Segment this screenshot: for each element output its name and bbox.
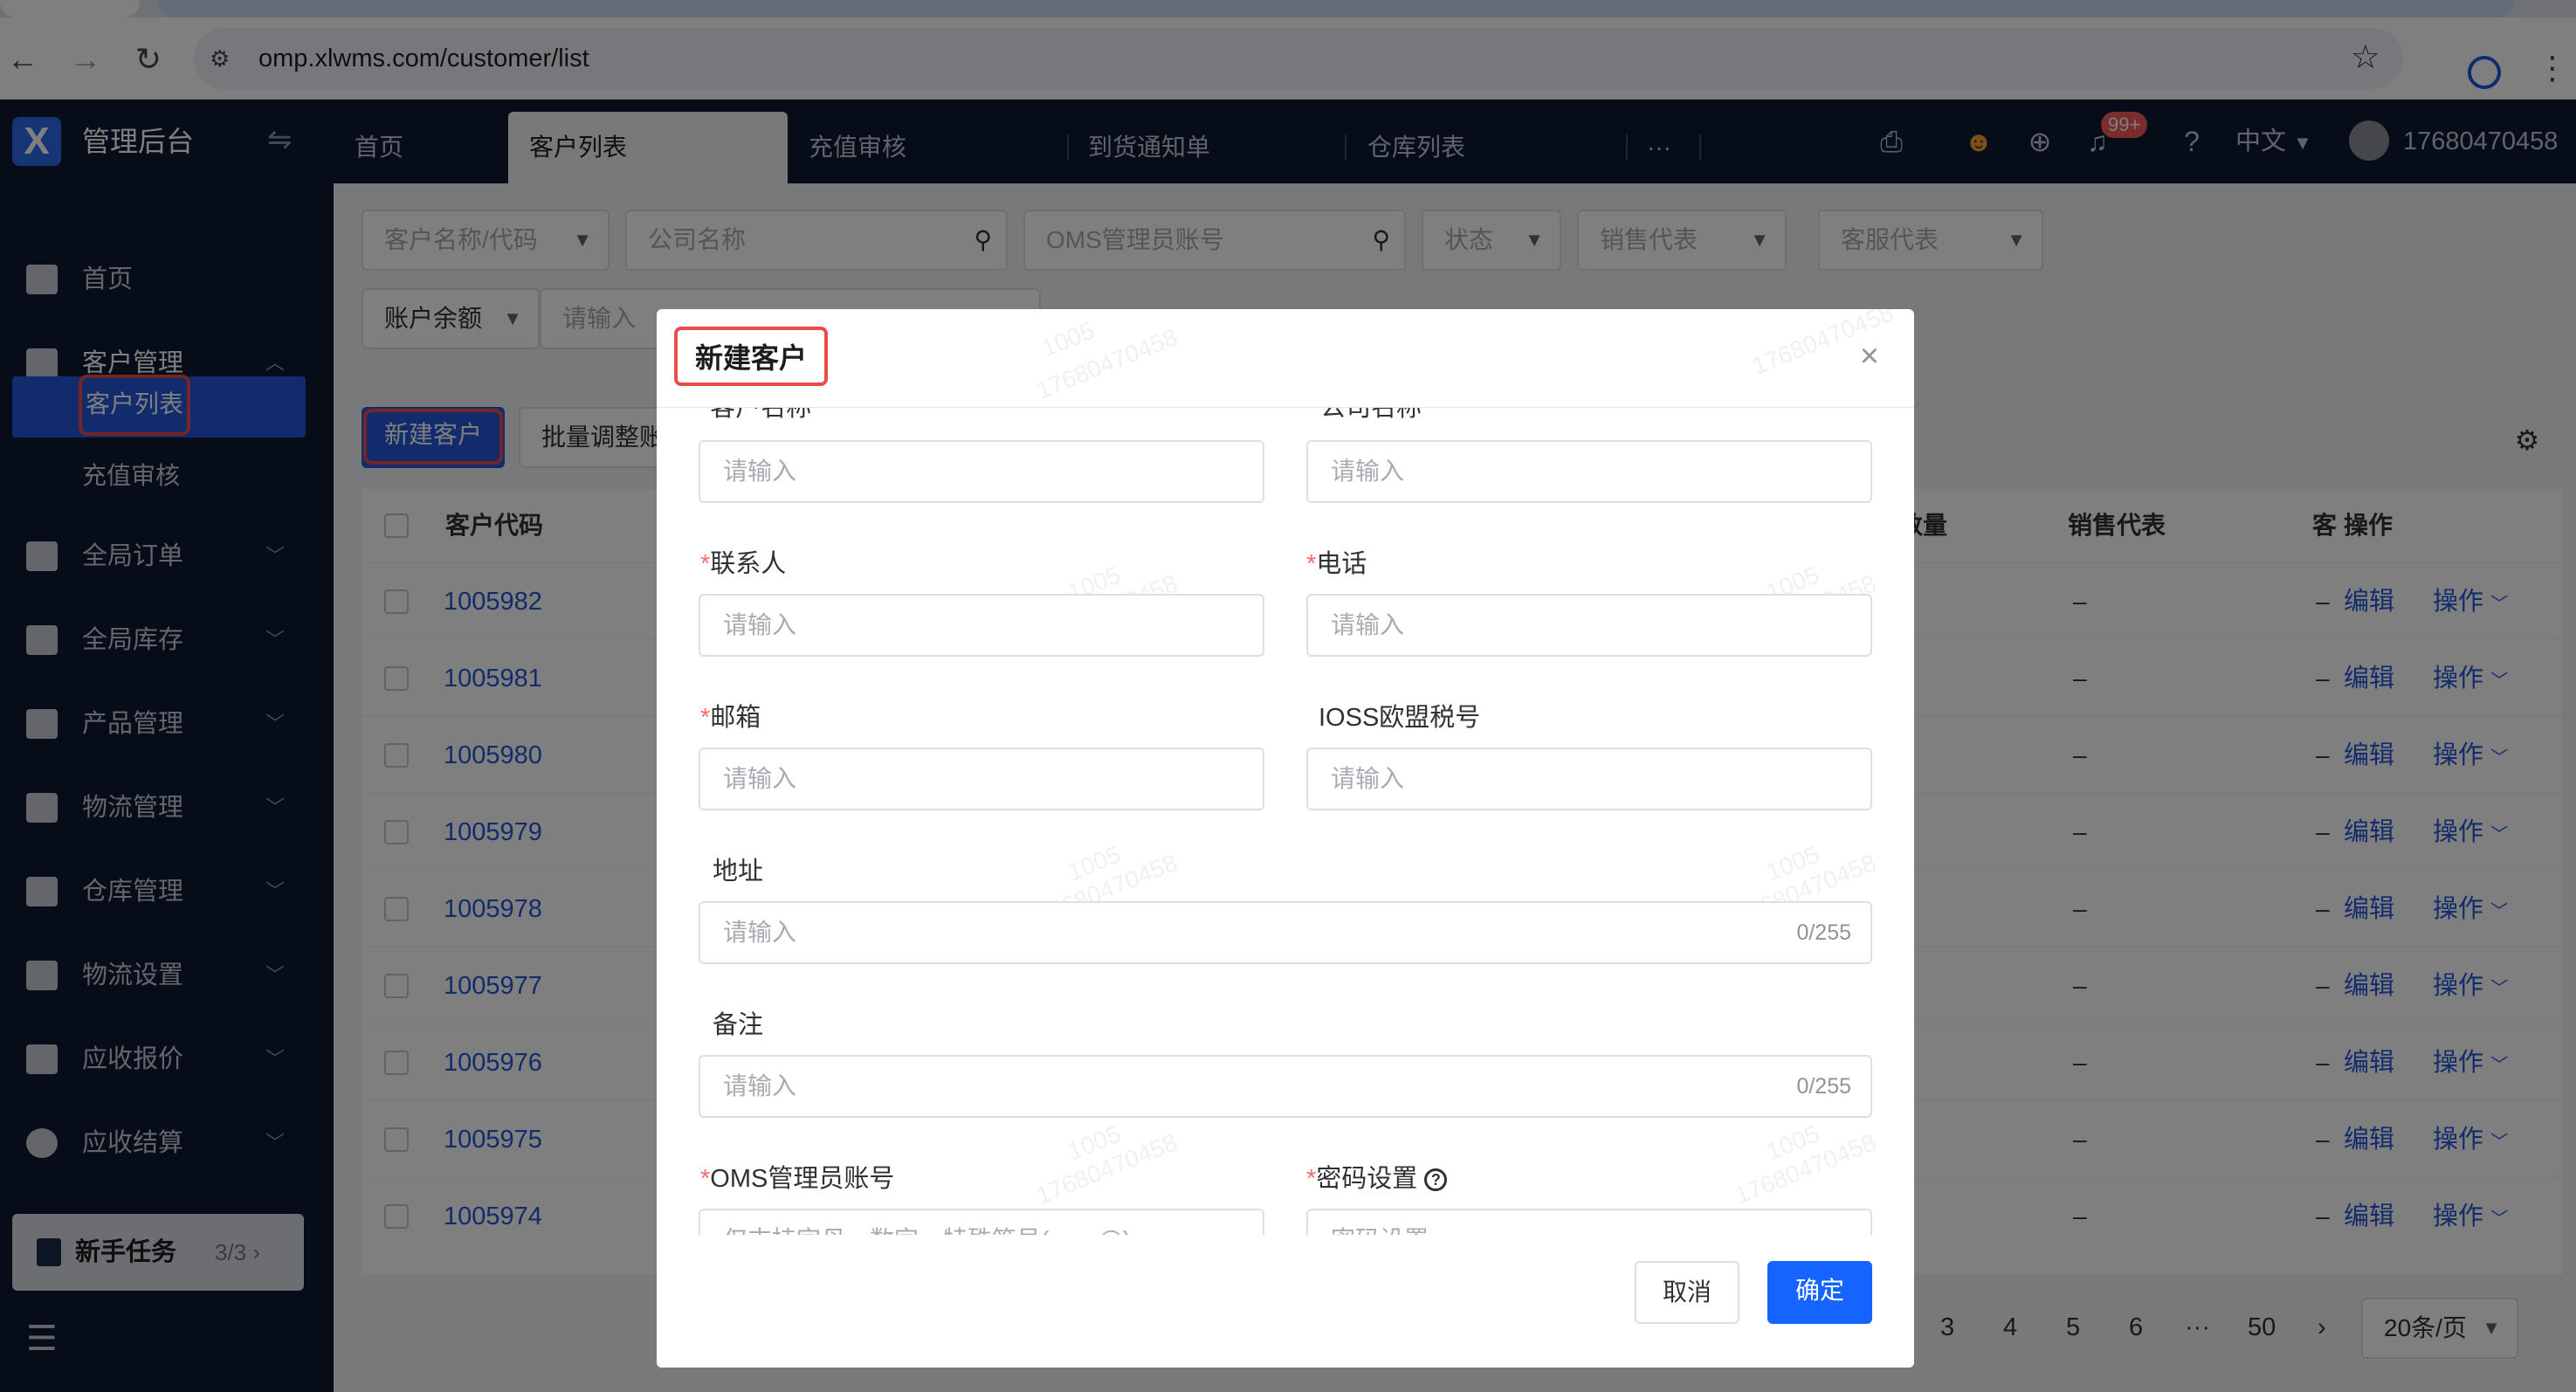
required-mark: * xyxy=(700,408,711,422)
new-customer-dialog: 新建客户 × 1005 17680470458 17680470458 1005… xyxy=(657,309,1914,1368)
oms-account-label: *OMS管理员账号 xyxy=(700,1161,894,1196)
customer-name-label-text: 客户名称 xyxy=(710,408,812,422)
oms-account-label-text: OMS管理员账号 xyxy=(710,1165,895,1193)
contact-input[interactable]: 请输入 xyxy=(699,594,1264,657)
phone-input[interactable]: 请输入 xyxy=(1306,594,1872,657)
input-placeholder: 请输入 xyxy=(723,458,797,485)
phone-label: *电话 xyxy=(1306,547,1367,582)
company-name-input[interactable]: 请输入 xyxy=(1306,440,1872,503)
confirm-button[interactable]: 确定 xyxy=(1767,1261,1872,1324)
clipped-label-row: *客户名称 公司名称 xyxy=(657,408,1914,427)
cancel-button[interactable]: 取消 xyxy=(1635,1261,1739,1324)
ioss-label: IOSS欧盟税号 xyxy=(1319,704,1481,732)
ioss-input[interactable]: 请输入 xyxy=(1306,748,1872,810)
contact-label: *联系人 xyxy=(700,547,786,582)
input-placeholder: 请输入 xyxy=(723,611,797,638)
input-placeholder: 请输入 xyxy=(723,1072,797,1099)
input-placeholder: 请输入 xyxy=(723,765,797,792)
required-mark: * xyxy=(1306,550,1317,578)
help-circle-icon[interactable]: ? xyxy=(1424,1168,1448,1192)
required-mark: * xyxy=(700,550,711,578)
close-icon[interactable]: × xyxy=(1860,339,1879,374)
remark-label: 备注 xyxy=(713,1011,764,1039)
phone-label-text: 电话 xyxy=(1316,550,1367,578)
password-label: *密码设置 ? xyxy=(1306,1161,1448,1196)
address-input[interactable]: 请输入 0/255 xyxy=(699,901,1872,964)
customer-name-label: *客户名称 xyxy=(700,408,811,425)
customer-name-input[interactable]: 请输入 xyxy=(699,440,1264,503)
email-input[interactable]: 请输入 xyxy=(699,748,1264,810)
char-counter: 0/255 xyxy=(1796,920,1851,945)
contact-label-text: 联系人 xyxy=(710,550,787,578)
char-counter: 0/255 xyxy=(1796,1074,1851,1099)
input-placeholder: 请输入 xyxy=(723,919,797,946)
required-mark: * xyxy=(700,1165,711,1193)
input-placeholder: 请输入 xyxy=(1331,458,1405,485)
input-placeholder: 请输入 xyxy=(1331,611,1405,638)
company-name-label: 公司名称 xyxy=(1320,408,1422,422)
dialog-footer: 取消 确定 xyxy=(657,1235,1914,1368)
required-mark: * xyxy=(700,704,711,732)
input-placeholder: 请输入 xyxy=(1331,765,1405,792)
dialog-title: 新建客户 xyxy=(674,327,829,386)
address-label: 地址 xyxy=(713,858,764,886)
email-label: *邮箱 xyxy=(700,700,761,735)
required-mark: * xyxy=(1306,1165,1317,1193)
password-label-text: 密码设置 xyxy=(1316,1165,1418,1193)
email-label-text: 邮箱 xyxy=(710,704,761,732)
remark-input[interactable]: 请输入 0/255 xyxy=(699,1055,1872,1118)
